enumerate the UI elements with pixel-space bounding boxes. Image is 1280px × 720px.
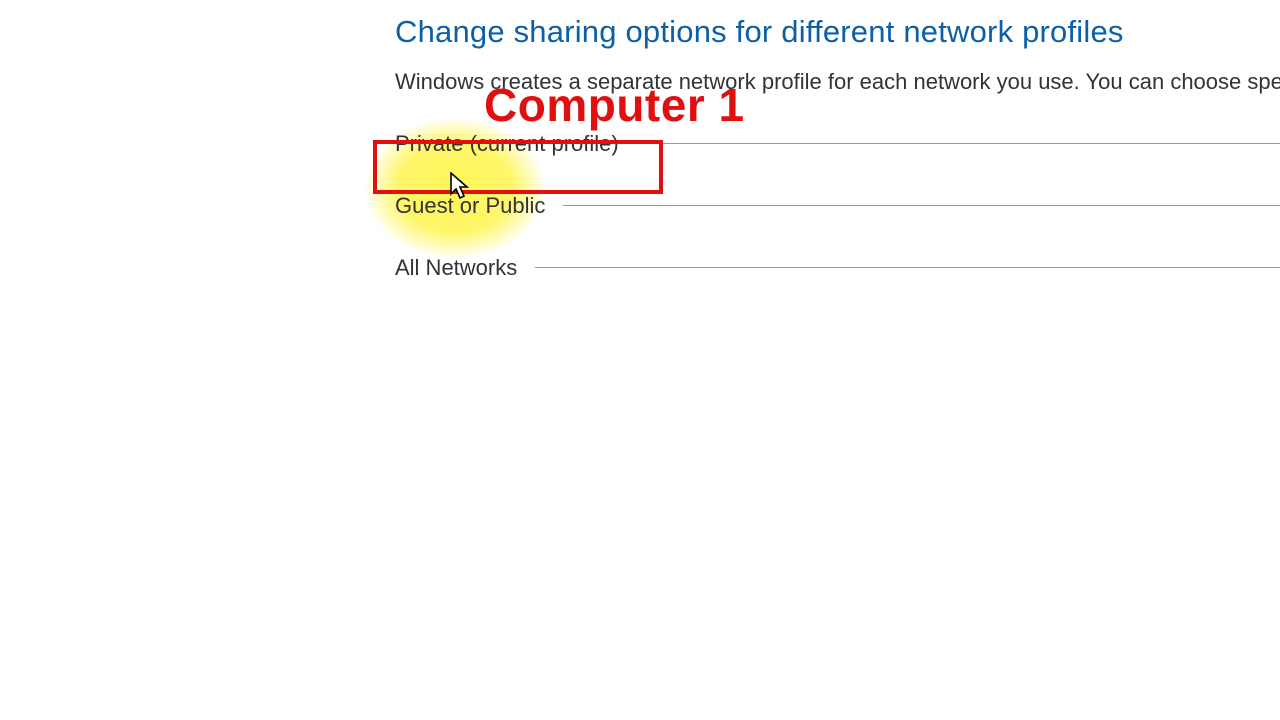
profile-private-label: Private (current profile) <box>395 131 633 157</box>
profile-guest-public-label: Guest or Public <box>395 193 559 219</box>
divider-line <box>563 205 1280 206</box>
page-title: Change sharing options for different net… <box>395 14 1280 50</box>
profile-all-networks[interactable]: All Networks <box>395 255 1280 281</box>
divider-line <box>637 143 1280 144</box>
page-description: Windows creates a separate network profi… <box>395 68 1280 97</box>
profile-guest-public[interactable]: Guest or Public <box>395 193 1280 219</box>
main-content: Change sharing options for different net… <box>395 14 1280 317</box>
divider-line <box>535 267 1280 268</box>
profile-all-networks-label: All Networks <box>395 255 531 281</box>
profile-private[interactable]: Private (current profile) <box>395 131 1280 157</box>
